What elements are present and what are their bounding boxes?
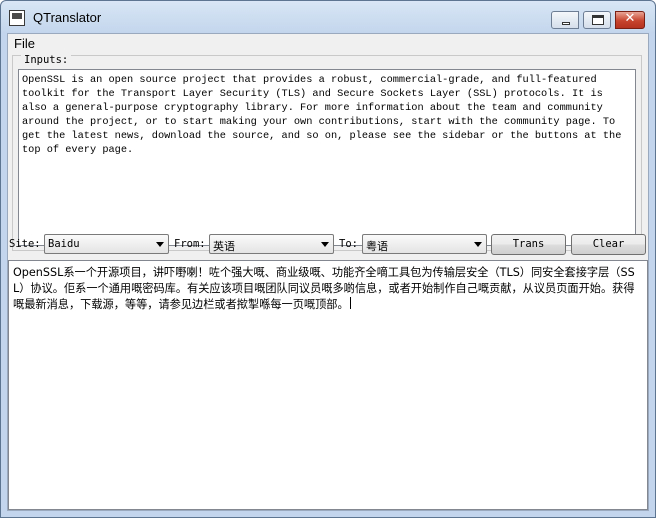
output-text: OpenSSL系一个开源项目，讲吓嘢喇！咗个强大嘅、商业级嘅、功能齐全嘀工具包为… [13, 266, 635, 311]
from-language-value: 英语 [213, 240, 235, 253]
text-cursor [349, 297, 351, 309]
close-icon: ✕ [624, 11, 636, 26]
to-language-value: 粤语 [366, 240, 388, 253]
to-label: To: [339, 238, 358, 250]
site-select[interactable]: Baidu [44, 234, 169, 254]
maximize-icon [592, 15, 604, 25]
title-bar[interactable]: QTranslator ✕ [1, 1, 655, 33]
inputs-group-title: Inputs: [21, 54, 72, 66]
app-icon[interactable] [9, 10, 25, 26]
client-area: File Inputs: OpenSSL is an open source p… [7, 33, 649, 511]
menu-bar: File [8, 34, 648, 52]
to-language-select[interactable]: 粤语 [362, 234, 487, 254]
minimize-icon [562, 22, 570, 25]
chevron-down-icon [321, 242, 329, 247]
from-label: From: [174, 238, 206, 250]
site-label: Site: [9, 238, 41, 250]
maximize-button[interactable] [583, 11, 611, 29]
close-button[interactable]: ✕ [615, 11, 645, 29]
minimize-button[interactable] [551, 11, 579, 29]
application-window: QTranslator ✕ File Inputs: OpenSSL is an… [0, 0, 656, 518]
trans-button[interactable]: Trans [491, 234, 566, 255]
window-title: QTranslator [33, 10, 102, 25]
input-text-area[interactable]: OpenSSL is an open source project that p… [18, 69, 636, 246]
inputs-group: Inputs: OpenSSL is an open source projec… [12, 54, 642, 251]
chevron-down-icon [474, 242, 482, 247]
site-select-value: Baidu [48, 238, 80, 250]
from-language-select[interactable]: 英语 [209, 234, 334, 254]
menu-file[interactable]: File [14, 36, 35, 51]
output-text-area[interactable]: OpenSSL系一个开源项目，讲吓嘢喇！咗个强大嘅、商业级嘅、功能齐全嘀工具包为… [8, 260, 648, 510]
clear-button[interactable]: Clear [571, 234, 646, 255]
chevron-down-icon [156, 242, 164, 247]
